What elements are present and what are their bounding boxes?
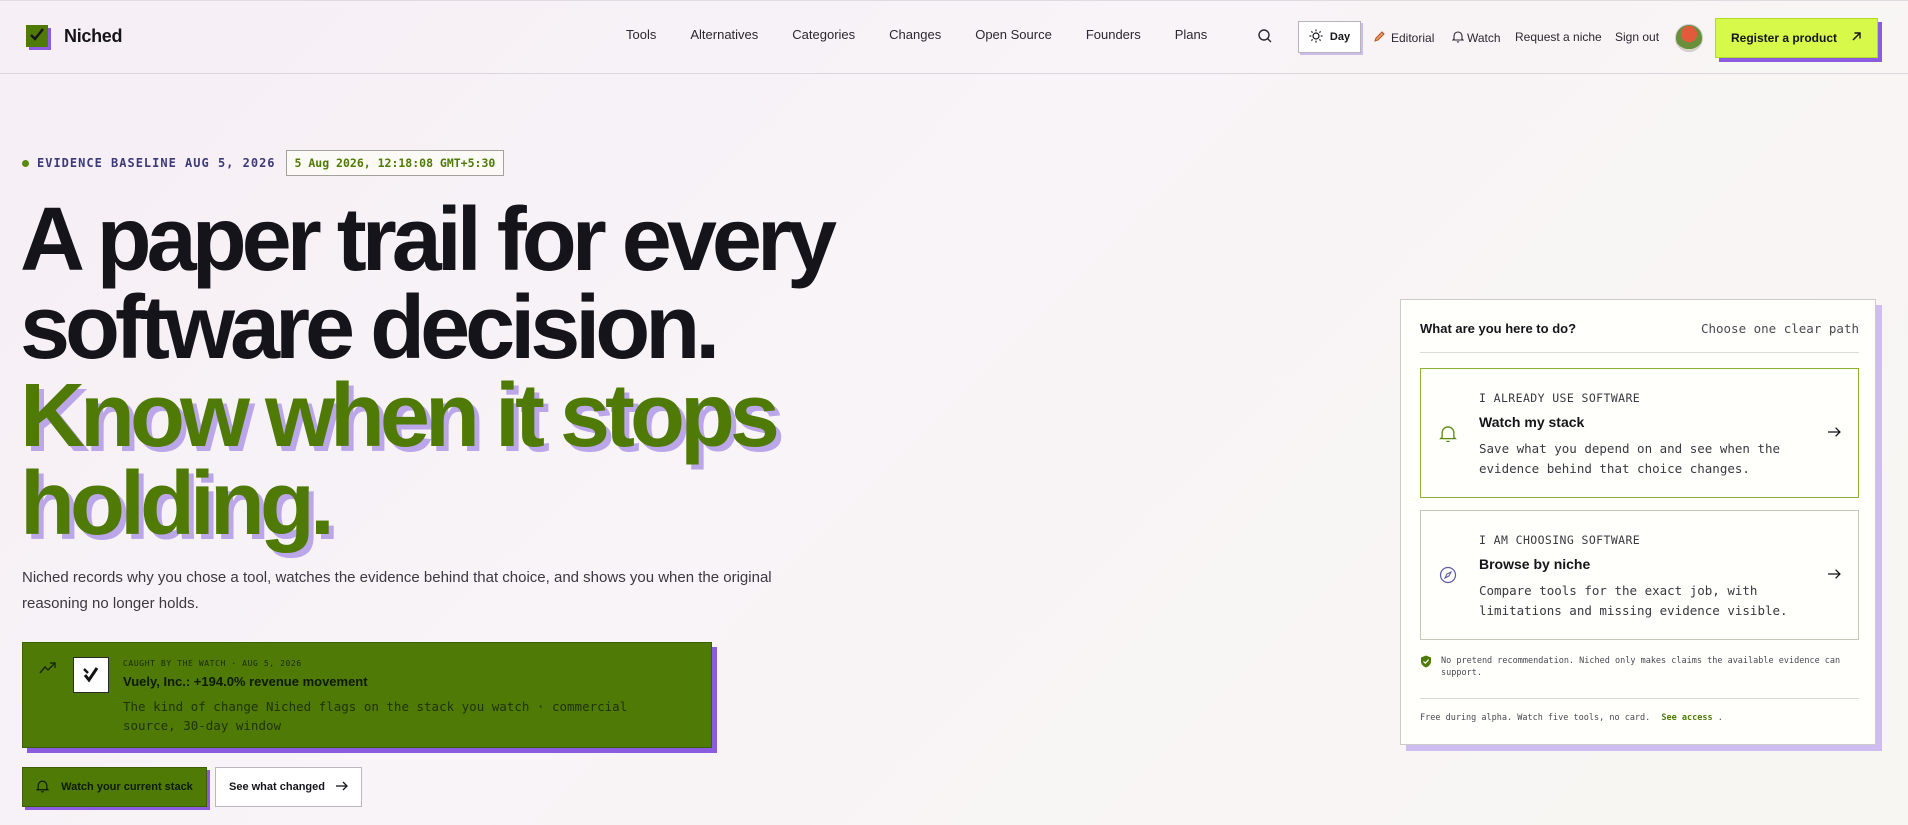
main-nav: Tools Alternatives Categories Changes Op…	[626, 27, 1241, 42]
status-dot	[22, 159, 29, 167]
option-kicker: I AM CHOOSING SOFTWARE	[1479, 533, 1641, 547]
theme-label: Day	[1329, 31, 1351, 43]
panel-divider	[1420, 352, 1859, 353]
trend-up-icon	[39, 661, 57, 680]
evidence-baseline: EVIDENCE BASELINE AUG 5, 2026 5 Aug 2026…	[22, 150, 505, 176]
hero-subcopy: Niched records why you chose a tool, wat…	[22, 569, 772, 612]
panel-footer-divider	[1420, 698, 1859, 699]
arrow-right-icon	[1827, 425, 1841, 443]
headline-line-2: software decision.	[20, 278, 720, 378]
search-icon[interactable]	[1257, 28, 1273, 49]
nav-tools[interactable]: Tools	[626, 27, 656, 42]
watch-stack-button[interactable]: Watch your current stack	[22, 767, 207, 807]
watch-link[interactable]: Watch	[1451, 30, 1501, 46]
nav-alternatives[interactable]: Alternatives	[690, 27, 758, 42]
headline-line-1: A paper trail for every	[20, 190, 837, 290]
arrow-up-right-icon	[1851, 31, 1862, 45]
baseline-label: EVIDENCE BASELINE AUG 5, 2026	[37, 156, 276, 170]
vendor-logo-icon	[73, 657, 109, 693]
footer-period: .	[1717, 713, 1723, 723]
nav-categories[interactable]: Categories	[792, 27, 855, 42]
header-top-border	[0, 0, 1908, 1]
panel-hint: Choose one clear path	[1700, 321, 1859, 336]
shield-check-icon	[1420, 655, 1432, 679]
register-product-button[interactable]: Register a product	[1715, 18, 1878, 58]
option-description: Save what you depend on and see when the…	[1479, 441, 1781, 476]
bell-icon	[1439, 424, 1457, 448]
nav-open-source[interactable]: Open Source	[975, 27, 1052, 42]
theme-toggle-button[interactable]: Day	[1298, 21, 1361, 53]
see-changes-button[interactable]: See what changed	[215, 767, 362, 807]
bell-icon	[1451, 30, 1465, 46]
headline-line-4: holding.	[20, 454, 335, 554]
baseline-timestamp: 5 Aug 2026, 12:18:08 GMT+5:30	[285, 150, 505, 176]
option-description: Compare tools for the exact job, with li…	[1479, 583, 1788, 618]
intent-panel: What are you here to do? Choose one clea…	[1400, 299, 1876, 745]
footer-text: Free during alpha. Watch five tools, no …	[1420, 713, 1651, 723]
hero-headline: A paper trail for every software decisio…	[20, 190, 920, 554]
alert-title: Vuely, Inc.: +194.0% revenue movement	[123, 674, 368, 689]
alert-description: The kind of change Niched flags on the s…	[123, 699, 628, 733]
nav-changes[interactable]: Changes	[889, 27, 941, 42]
option-browse-niche[interactable]: I AM CHOOSING SOFTWARE Browse by niche C…	[1420, 510, 1859, 640]
watch-stack-label: Watch your current stack	[61, 781, 193, 793]
pencil-icon	[1373, 30, 1386, 46]
checkbox-logo-icon	[26, 25, 48, 47]
evidence-note: No pretend recommendation. Niched only m…	[1420, 655, 1859, 679]
arrow-right-icon	[335, 781, 348, 794]
avatar[interactable]	[1675, 24, 1703, 52]
see-changes-label: See what changed	[229, 781, 325, 793]
sun-icon	[1309, 29, 1323, 46]
editorial-link[interactable]: Editorial	[1373, 30, 1434, 46]
compass-icon	[1439, 566, 1457, 589]
panel-header: What are you here to do? Choose one clea…	[1420, 321, 1859, 336]
watch-alert-card: CAUGHT BY THE WATCH · AUG 5, 2026 Vuely,…	[22, 642, 712, 748]
nav-founders[interactable]: Founders	[1086, 27, 1141, 42]
sign-out-link[interactable]: Sign out	[1615, 30, 1659, 44]
panel-question: What are you here to do?	[1420, 321, 1577, 336]
nav-plans[interactable]: Plans	[1175, 27, 1208, 42]
option-title: Browse by niche	[1479, 556, 1591, 572]
note-text: No pretend recommendation. Niched only m…	[1441, 656, 1841, 678]
bell-icon	[35, 779, 50, 796]
option-kicker: I ALREADY USE SOFTWARE	[1479, 391, 1641, 405]
option-title: Watch my stack	[1479, 414, 1585, 430]
brand-name: Niched	[64, 25, 123, 46]
register-label: Register a product	[1730, 31, 1838, 45]
request-niche-link[interactable]: Request a niche	[1515, 30, 1602, 44]
see-access-link[interactable]: See access	[1661, 713, 1712, 723]
arrow-right-icon	[1827, 567, 1841, 585]
top-header: Niched Tools Alternatives Categories Cha…	[0, 0, 1908, 74]
editorial-label: Editorial	[1391, 31, 1435, 45]
option-watch-stack[interactable]: I ALREADY USE SOFTWARE Watch my stack Sa…	[1420, 368, 1859, 498]
alert-kicker: CAUGHT BY THE WATCH · AUG 5, 2026	[123, 659, 302, 668]
brand[interactable]: Niched	[26, 25, 123, 47]
watch-label: Watch	[1467, 31, 1501, 45]
panel-footer: Free during alpha. Watch five tools, no …	[1420, 713, 1723, 723]
headline-line-3: Know when it stops	[20, 366, 780, 466]
